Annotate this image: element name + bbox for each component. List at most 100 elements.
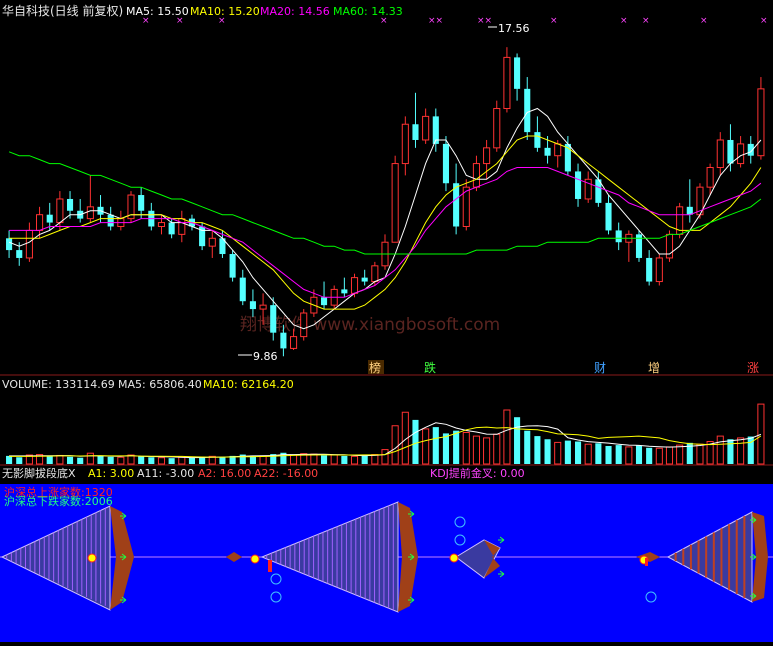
- candle-body: [86, 206, 94, 220]
- candle-body: [605, 202, 612, 231]
- volume-bar: [56, 454, 64, 465]
- volume-bar: [77, 457, 84, 464]
- volume-bar: [472, 435, 480, 465]
- volume-bar: [544, 439, 551, 464]
- candle-body: [361, 277, 368, 282]
- volume-bar: [453, 430, 460, 464]
- volume-bar: [676, 444, 684, 465]
- ma20-label: MA20: 14.56: [260, 5, 330, 18]
- candle-body: [341, 289, 348, 294]
- volume-label: VOLUME: 133114.69: [2, 378, 115, 391]
- ma60-label: MA60: 14.33: [333, 5, 403, 18]
- event-marker-die: 跌: [424, 360, 436, 375]
- volume-bar: [574, 441, 582, 464]
- candle-body: [646, 257, 653, 282]
- volume-bar: [635, 445, 643, 464]
- candle-body: [534, 132, 541, 148]
- marker-x: ×: [760, 16, 768, 26]
- indicator-name: 无影脚拔段底X: [2, 466, 76, 480]
- volume-bar: [493, 433, 501, 465]
- candle-body: [46, 214, 53, 223]
- volume-bar: [168, 458, 175, 464]
- marker-x: ×: [550, 16, 558, 26]
- candle-body: [371, 265, 379, 283]
- candle-body: [280, 332, 287, 349]
- marker-x: ××: [428, 16, 443, 26]
- volume-bar: [259, 455, 267, 465]
- volume-bar: [188, 457, 196, 464]
- volume-bar: [655, 447, 663, 465]
- high-price-label: 17.56: [498, 22, 530, 35]
- volume-bar: [157, 457, 166, 465]
- marker-x: ×: [620, 16, 628, 26]
- candle-body: [138, 195, 145, 211]
- volume-bar: [605, 446, 612, 464]
- red-signal-bar: [645, 558, 648, 566]
- volume-bar: [483, 437, 491, 465]
- volume-bar: [138, 456, 145, 464]
- down-count-label: 沪深总下跌家数:2006: [4, 494, 113, 508]
- volume-bar: [219, 457, 226, 464]
- volume-bar: [716, 435, 724, 465]
- volume-bar: [361, 455, 368, 464]
- candle-body: [270, 305, 277, 333]
- candle-body: [66, 198, 74, 211]
- candle-body: [168, 222, 175, 235]
- candle-body: [178, 218, 186, 235]
- volume-bar: [371, 454, 379, 465]
- candle-body: [320, 297, 328, 306]
- candle-body: [422, 115, 430, 141]
- candle-body: [442, 143, 450, 184]
- volume-bar: [514, 417, 521, 464]
- volume-bar: [310, 453, 318, 465]
- volume-bar: [727, 439, 734, 464]
- marker-x: ×: [176, 16, 184, 26]
- volume-bar: [330, 454, 338, 465]
- volume-bar: [350, 455, 359, 465]
- volume-bar: [66, 456, 74, 464]
- volume-bar: [86, 452, 94, 465]
- candle-body: [737, 143, 745, 165]
- candle-body: [107, 214, 114, 227]
- volume-bar: [381, 449, 389, 465]
- volume-bar: [422, 428, 430, 465]
- candle-body: [493, 108, 501, 149]
- indicator-kdj: KDJ提前金叉: 0.00: [430, 466, 525, 480]
- volume-bar: [432, 427, 439, 464]
- volume-bar: [625, 446, 633, 465]
- volume-bar: [595, 443, 602, 464]
- volume-bar: [615, 445, 622, 464]
- target-marker: [250, 554, 260, 564]
- candle-body: [16, 250, 23, 258]
- volume-bar: [412, 419, 419, 464]
- candle-body: [524, 88, 531, 133]
- volume-bar: [16, 457, 23, 464]
- target-marker: [87, 553, 97, 563]
- volume-bar: [534, 436, 541, 464]
- volume-bar: [584, 443, 592, 465]
- volume-bar: [391, 425, 399, 465]
- candle-body: [229, 254, 236, 278]
- volume-bar: [46, 456, 53, 464]
- red-signal-bar: [268, 560, 272, 572]
- chart-canvas: 华自科技(日线 前复权) MA5: 15.50 MA10: 15.20 MA20…: [0, 0, 773, 642]
- candle-body: [514, 57, 521, 89]
- candle-body: [249, 301, 256, 310]
- marker-x: ×: [700, 16, 708, 26]
- candle-body: [36, 214, 44, 231]
- event-marker-zhang: 涨: [747, 360, 759, 375]
- volume-bar: [696, 443, 704, 465]
- volume-bar: [97, 455, 104, 464]
- volume-bar: [290, 454, 298, 465]
- candle-body: [391, 163, 399, 243]
- candle-body: [412, 124, 419, 140]
- indicator-a11: A11: -3.00: [137, 467, 194, 480]
- candle-body: [350, 277, 359, 294]
- candle-body: [472, 163, 480, 188]
- chart-title: 华自科技(日线 前复权): [2, 3, 123, 18]
- volume-bar: [646, 447, 653, 464]
- marker-x: ×: [380, 16, 388, 26]
- candle-body: [554, 143, 562, 157]
- volume-bar: [554, 441, 562, 465]
- candle-body: [208, 237, 216, 247]
